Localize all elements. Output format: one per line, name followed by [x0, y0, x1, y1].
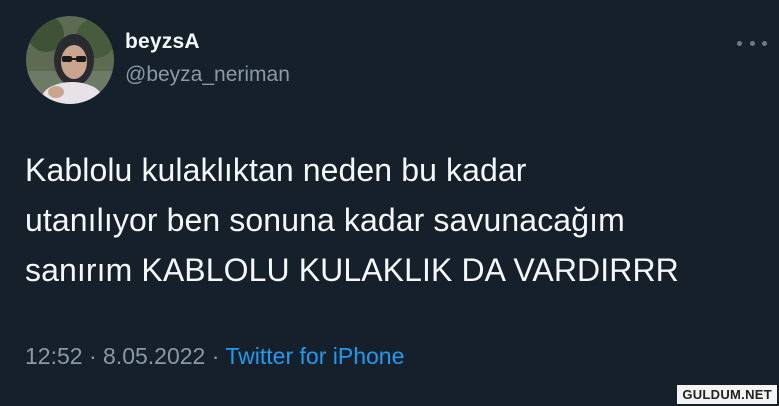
dot [762, 40, 767, 46]
dot [749, 40, 755, 46]
tweet-line: Kablolu kulaklıktan neden bu kadar [25, 152, 527, 188]
tweet-source[interactable]: Twitter for iPhone [225, 343, 404, 369]
tweet-line: sanırım KABLOLU KULAKLIK DA VARDIRRR [25, 252, 679, 288]
more-options-icon[interactable] [737, 36, 767, 50]
tweet-text: Kablolu kulaklıktan neden bu kadar utanı… [25, 145, 765, 295]
separator: · [211, 343, 220, 369]
tweet-line: utanılıyor ben sonuna kadar savunacağım [25, 202, 625, 238]
watermark: GULDUM.NET [677, 385, 777, 404]
avatar[interactable] [26, 16, 114, 104]
tweet-meta: 12:52 · 8.05.2022 · Twitter for iPhone [25, 343, 404, 370]
avatar-image [26, 16, 114, 104]
tweet-time[interactable]: 12:52 [25, 343, 83, 369]
dot [737, 40, 742, 46]
tweet-date[interactable]: 8.05.2022 [103, 343, 205, 369]
separator: · [88, 343, 97, 369]
user-handle[interactable]: @beyza_neriman [125, 63, 290, 87]
display-name[interactable]: beyzsA [125, 30, 200, 54]
